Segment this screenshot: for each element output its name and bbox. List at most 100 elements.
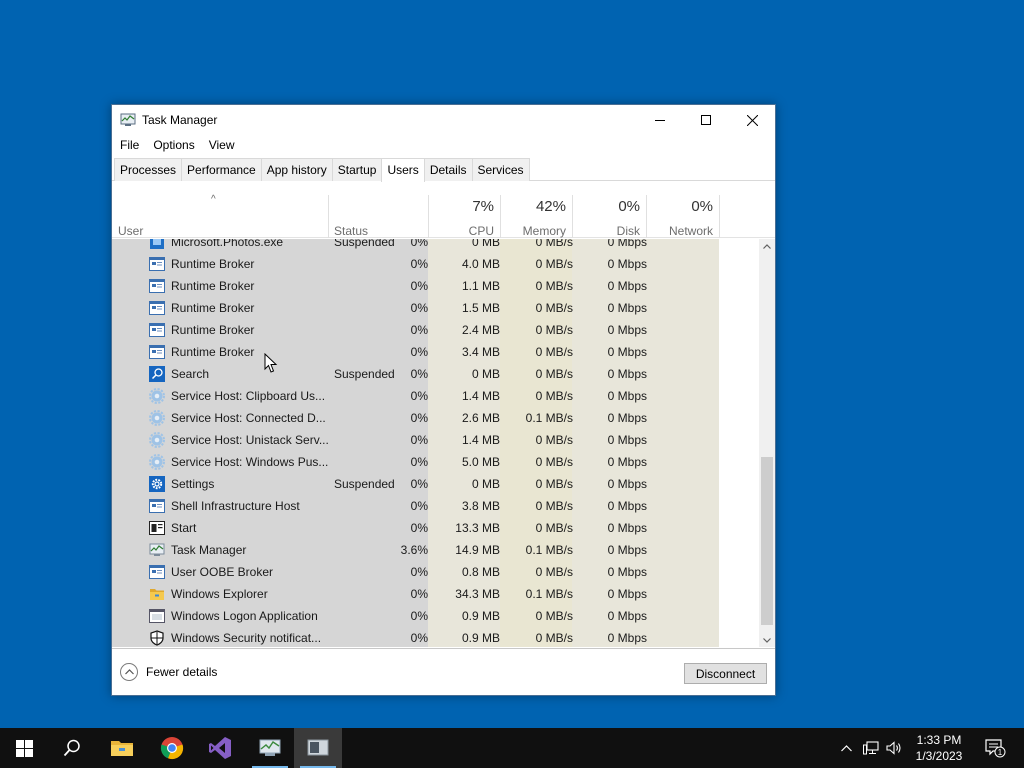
table-row[interactable]: Runtime Broker 0% 3.4 MB 0 MB/s 0 Mbps — [112, 341, 759, 363]
menu-options[interactable]: Options — [146, 135, 201, 155]
column-disk-label: Disk — [616, 224, 640, 238]
chrome-icon — [160, 737, 184, 760]
table-row[interactable]: Service Host: Windows Pus... 0% 5.0 MB 0 MB… — [112, 451, 759, 473]
column-user[interactable]: User — [112, 194, 328, 238]
taskbar-task-manager[interactable] — [246, 728, 294, 768]
column-memory[interactable]: 42% Memory — [500, 194, 572, 238]
tab-app-history[interactable]: App history — [260, 158, 333, 181]
search-button[interactable] — [48, 728, 96, 768]
table-row[interactable]: Start 0% 13.3 MB 0 MB/s 0 Mbps — [112, 517, 759, 539]
app-icon — [149, 239, 165, 250]
taskbar-clock[interactable]: 1:33 PM 1/3/2023 — [906, 732, 972, 764]
table-row[interactable]: Runtime Broker 0% 4.0 MB 0 MB/s 0 Mbps — [112, 253, 759, 275]
disconnect-button[interactable]: Disconnect — [684, 663, 767, 684]
process-disk: 0 MB/s — [535, 257, 573, 271]
table-row[interactable]: Microsoft.Photos.exe Suspended 0% 0 MB 0 MB/… — [112, 239, 759, 253]
process-disk: 0.1 MB/s — [525, 587, 573, 601]
process-status: Suspended — [334, 367, 395, 381]
column-memory-label: Memory — [522, 224, 566, 238]
scroll-up-button[interactable] — [759, 239, 775, 253]
notification-icon: 1 — [985, 739, 1006, 758]
process-name: Runtime Broker — [171, 279, 255, 293]
table-row[interactable]: Windows Security notificat... 0% 0.9 MB 0 M… — [112, 627, 759, 647]
table-row[interactable]: Service Host: Connected D... 0% 2.6 MB 0.1 … — [112, 407, 759, 429]
process-network: 0 Mbps — [607, 301, 647, 315]
process-disk: 0 MB/s — [535, 279, 573, 293]
taskbar-chrome[interactable] — [148, 728, 196, 768]
menu-view[interactable]: View — [202, 135, 242, 155]
process-network: 0 Mbps — [607, 411, 647, 425]
folder-icon — [149, 586, 165, 602]
fewer-details-button[interactable]: Fewer details — [120, 663, 217, 681]
start-icon — [149, 520, 165, 536]
start-button[interactable] — [0, 728, 48, 768]
process-list: Microsoft.Photos.exe Suspended 0% 0 MB 0 MB/… — [112, 239, 759, 647]
settings-icon — [149, 476, 165, 492]
column-network-label: Network — [668, 224, 713, 238]
maximize-button[interactable] — [683, 105, 729, 135]
gear-icon — [149, 454, 165, 470]
process-cpu: 3.6% — [400, 543, 428, 557]
tab-startup[interactable]: Startup — [331, 158, 383, 181]
process-cpu: 0% — [410, 499, 428, 513]
process-name: Microsoft.Photos.exe — [171, 239, 284, 249]
process-memory: 0.9 MB — [461, 631, 500, 645]
table-row[interactable]: Runtime Broker 0% 2.4 MB 0 MB/s 0 Mbps — [112, 319, 759, 341]
table-row[interactable]: Service Host: Unistack Serv... 0% 1.4 MB 0 … — [112, 429, 759, 451]
process-network: 0 Mbps — [607, 587, 647, 601]
process-network: 0 Mbps — [607, 521, 647, 535]
visual-studio-icon — [209, 737, 231, 759]
tab-services[interactable]: Services — [471, 158, 530, 181]
table-row[interactable]: Search Suspended 0% 0 MB 0 MB/s 0 Mbps — [112, 363, 759, 385]
maximize-icon — [701, 115, 711, 125]
process-memory: 1.1 MB — [461, 279, 500, 293]
taskbar: 1:33 PM 1/3/2023 1 — [0, 728, 1024, 768]
taskbar-file-explorer[interactable] — [98, 728, 146, 768]
table-row[interactable]: Windows Logon Application 0% 0.9 MB 0 MB/s 0… — [112, 605, 759, 627]
volume-tray-button[interactable] — [884, 728, 904, 768]
taskbar-remote-desktop[interactable] — [294, 728, 342, 768]
network-tray-button[interactable] — [860, 728, 882, 768]
action-center-button[interactable]: 1 — [980, 728, 1010, 768]
menu-file[interactable]: File — [113, 135, 146, 155]
process-disk: 0 MB/s — [535, 323, 573, 337]
minimize-icon — [655, 120, 665, 121]
scroll-down-button[interactable] — [759, 633, 775, 647]
process-network: 0 Mbps — [607, 609, 647, 623]
table-row[interactable]: Settings Suspended 0% 0 MB 0 MB/s 0 Mbps — [112, 473, 759, 495]
column-cpu[interactable]: 7% CPU — [428, 194, 500, 238]
menu-bar: File Options View — [112, 135, 242, 155]
process-disk: 0 MB/s — [535, 565, 573, 579]
scrollbar-thumb[interactable] — [761, 457, 773, 625]
table-row[interactable]: Service Host: Clipboard Us... 0% 1.4 MB 0 M… — [112, 385, 759, 407]
network-icon — [863, 741, 879, 755]
memory-total: 42% — [535, 198, 566, 215]
vertical-scrollbar[interactable] — [759, 239, 775, 647]
process-memory: 1.4 MB — [461, 389, 500, 403]
table-row[interactable]: Runtime Broker 0% 1.5 MB 0 MB/s 0 Mbps — [112, 297, 759, 319]
close-button[interactable] — [729, 105, 775, 135]
table-row[interactable]: Task Manager 3.6% 14.9 MB 0.1 MB/s 0 Mbps — [112, 539, 759, 561]
process-network: 0 Mbps — [607, 239, 647, 249]
process-cpu: 0% — [410, 389, 428, 403]
window-icon — [149, 564, 165, 580]
process-memory: 3.4 MB — [461, 345, 500, 359]
process-network: 0 Mbps — [607, 477, 647, 491]
column-divider[interactable] — [719, 195, 720, 238]
column-network[interactable]: 0% Network — [646, 194, 719, 238]
tab-processes[interactable]: Processes — [114, 158, 183, 181]
show-hidden-icons-button[interactable] — [836, 728, 856, 768]
taskbar-visual-studio[interactable] — [196, 728, 244, 768]
tab-users[interactable]: Users — [381, 158, 425, 182]
column-status[interactable]: Status — [328, 194, 428, 238]
title-bar[interactable]: Task Manager — [112, 105, 775, 135]
tab-details[interactable]: Details — [423, 158, 473, 181]
table-row[interactable]: Shell Infrastructure Host 0% 3.8 MB 0 MB/s 0… — [112, 495, 759, 517]
table-row[interactable]: Runtime Broker 0% 1.1 MB 0 MB/s 0 Mbps — [112, 275, 759, 297]
tab-performance[interactable]: Performance — [181, 158, 262, 181]
table-row[interactable]: Windows Explorer 0% 34.3 MB 0.1 MB/s 0 Mbps — [112, 583, 759, 605]
column-disk[interactable]: 0% Disk — [572, 194, 646, 238]
process-name: Service Host: Unistack Serv... — [171, 433, 329, 447]
minimize-button[interactable] — [637, 105, 683, 135]
table-row[interactable]: User OOBE Broker 0% 0.8 MB 0 MB/s 0 Mbps — [112, 561, 759, 583]
